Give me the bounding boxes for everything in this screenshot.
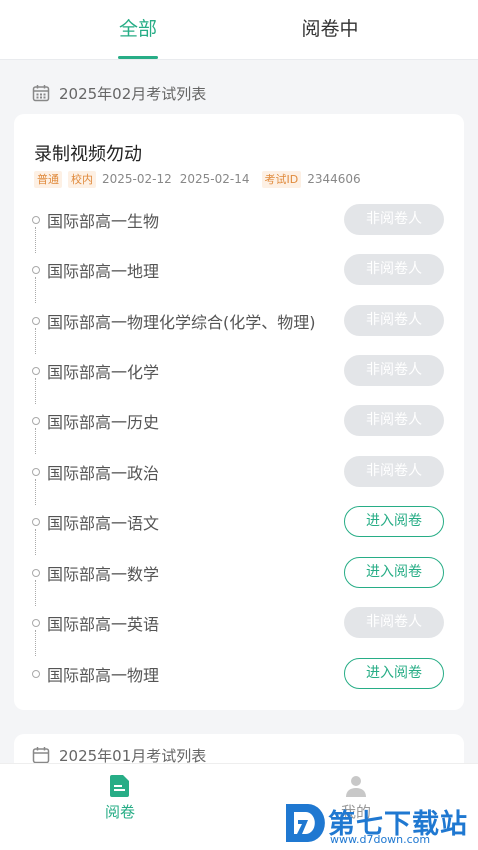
- document-icon: [110, 775, 129, 797]
- subject-label: 国际部高一历史: [47, 413, 160, 432]
- non-reviewer-button: 非阅卷人: [344, 355, 444, 386]
- subject-label: 国际部高一英语: [47, 615, 160, 634]
- subject-row: 国际部高一数学 进入阅卷: [14, 547, 464, 606]
- subject-row: 国际部高一化学 非阅卷人: [14, 345, 464, 404]
- top-tab-bar: 全部 阅卷中: [0, 0, 478, 60]
- nav-review[interactable]: 阅卷: [80, 774, 160, 822]
- subject-label: 国际部高一政治: [47, 464, 160, 483]
- exam-card: 录制视频勿动 普通 校内 2025-02-12 2025-02-14 考试ID …: [14, 114, 464, 710]
- non-reviewer-button: 非阅卷人: [344, 607, 444, 638]
- subject-row: 国际部高一物理 进入阅卷: [14, 648, 464, 698]
- timeline-dot: [32, 518, 40, 526]
- timeline-dot: [32, 569, 40, 577]
- subject-label: 国际部高一地理: [47, 262, 160, 281]
- subject-row: 国际部高一物理化学综合(化学、物理) 非阅卷人: [14, 295, 464, 354]
- enter-review-button[interactable]: 进入阅卷: [344, 557, 444, 588]
- timeline-dot: [32, 216, 40, 224]
- non-reviewer-button: 非阅卷人: [344, 254, 444, 285]
- exam-type-tag: 普通: [34, 170, 62, 188]
- subject-row: 国际部高一历史 非阅卷人: [14, 395, 464, 454]
- subject-row: 国际部高一语文 进入阅卷: [14, 496, 464, 555]
- timeline-dot: [32, 670, 40, 678]
- subject-row: 国际部高一地理 非阅卷人: [14, 244, 464, 303]
- person-icon: [346, 776, 366, 797]
- exam-start-date: 2025-02-12: [102, 172, 172, 186]
- calendar-icon: [32, 85, 50, 102]
- timeline-dot: [32, 317, 40, 325]
- non-reviewer-button: 非阅卷人: [344, 305, 444, 336]
- watermark: 第七下载站 www.d7down.com: [282, 800, 476, 848]
- exam-id-tag: 考试ID: [261, 170, 302, 188]
- tab-all[interactable]: 全部: [100, 14, 176, 48]
- exam-end-date: 2025-02-14: [179, 172, 250, 186]
- section-header-feb: 2025年02月考试列表: [32, 81, 206, 105]
- timeline-dot: [32, 266, 40, 274]
- subject-label: 国际部高一语文: [47, 514, 160, 533]
- timeline-dot: [32, 619, 40, 627]
- subject-label: 国际部高一化学: [47, 363, 160, 382]
- enter-review-button[interactable]: 进入阅卷: [344, 658, 444, 689]
- timeline-dot: [32, 468, 40, 476]
- exam-id-value: 2344606: [307, 172, 361, 186]
- tab-active-indicator: [118, 56, 158, 59]
- subject-label: 国际部高一生物: [47, 212, 160, 231]
- exam-meta: 普通 校内 2025-02-12 2025-02-14 考试ID 2344606: [34, 170, 369, 188]
- watermark-logo-icon: [286, 804, 325, 842]
- subject-label: 国际部高一物理: [47, 666, 160, 685]
- timeline-dot: [32, 417, 40, 425]
- calendar-icon: [32, 747, 50, 764]
- subject-row: 国际部高一生物 非阅卷人: [14, 194, 464, 253]
- timeline-dot: [32, 367, 40, 375]
- exam-title: 录制视频勿动: [34, 144, 142, 165]
- nav-review-label: 阅卷: [104, 803, 135, 821]
- non-reviewer-button: 非阅卷人: [344, 204, 444, 235]
- exam-scope-tag: 校内: [68, 170, 96, 188]
- subject-label: 国际部高一数学: [47, 565, 160, 584]
- subject-row: 国际部高一政治 非阅卷人: [14, 446, 464, 505]
- subject-row: 国际部高一英语 非阅卷人: [14, 597, 464, 656]
- non-reviewer-button: 非阅卷人: [344, 405, 444, 436]
- section-header-label: 2025年02月考试列表: [59, 84, 207, 103]
- tab-reviewing[interactable]: 阅卷中: [290, 14, 370, 48]
- enter-review-button[interactable]: 进入阅卷: [344, 506, 444, 537]
- non-reviewer-button: 非阅卷人: [344, 456, 444, 487]
- watermark-url: www.d7down.com: [330, 833, 431, 846]
- subject-label: 国际部高一物理化学综合(化学、物理): [47, 313, 316, 332]
